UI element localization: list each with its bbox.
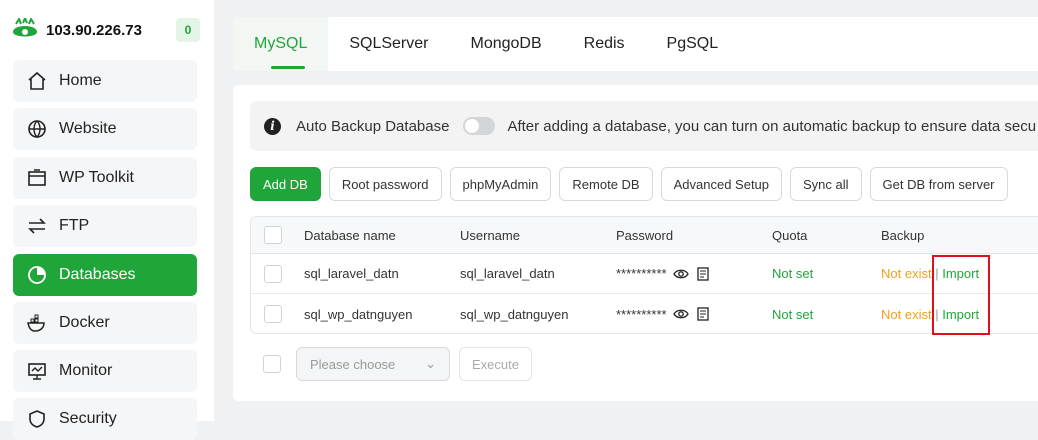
copy-icon[interactable]: [695, 266, 711, 282]
sync-all-button[interactable]: Sync all: [790, 167, 862, 201]
import-highlight-box: [932, 255, 990, 335]
sidebar-item-label: Security: [59, 410, 117, 427]
shield-icon: [25, 407, 49, 431]
header-database-name[interactable]: Database name: [304, 228, 396, 243]
database-username: sql_wp_datnguyen: [460, 306, 569, 322]
database-panel: i Auto Backup Database After adding a da…: [233, 85, 1038, 401]
table-header: Database name Username Password Quota Ba…: [251, 217, 1038, 254]
transfer-arrows-icon: [25, 214, 49, 238]
header-password: Password: [616, 227, 674, 243]
tab-pgsql[interactable]: PgSQL: [646, 17, 740, 71]
batch-select-checkbox[interactable]: [263, 355, 281, 373]
table-row: sql_laravel_datn sql_laravel_datn ******…: [251, 254, 1038, 294]
quota-link[interactable]: Not set: [772, 266, 813, 281]
tab-mongodb[interactable]: MongoDB: [449, 17, 562, 71]
server-ip[interactable]: 103.90.226.73: [46, 22, 142, 39]
home-icon: [25, 69, 49, 93]
server-header: 103.90.226.73 0: [10, 16, 200, 44]
info-icon: i: [264, 117, 281, 135]
header-quota: Quota: [772, 227, 808, 243]
database-table: Database name Username Password Quota Ba…: [250, 216, 1038, 334]
copy-icon[interactable]: [695, 306, 711, 322]
chevron-down-icon: ⌄: [425, 356, 436, 371]
select-placeholder: Please choose: [310, 356, 396, 372]
monitor-icon: [25, 359, 49, 383]
globe-icon: [25, 117, 49, 141]
remote-db-button[interactable]: Remote DB: [559, 167, 653, 201]
password-cell: **********: [616, 266, 711, 282]
tab-redis[interactable]: Redis: [563, 17, 646, 71]
add-db-button[interactable]: Add DB: [250, 167, 321, 201]
sidebar-item-security[interactable]: Security: [13, 398, 197, 440]
select-all-checkbox[interactable]: [264, 226, 282, 244]
sidebar-item-website[interactable]: Website: [13, 108, 197, 150]
password-cell: **********: [616, 306, 711, 322]
sidebar-item-docker[interactable]: Docker: [13, 302, 197, 344]
database-name[interactable]: sql_wp_datnguyen: [304, 307, 412, 322]
header-backup: Backup: [881, 227, 925, 243]
auto-backup-message: After adding a database, you can turn on…: [507, 117, 1037, 135]
docker-icon: [25, 311, 49, 335]
tab-mysql[interactable]: MySQL: [233, 17, 329, 71]
header-username: Username: [460, 227, 520, 243]
sidebar-item-monitor[interactable]: Monitor: [13, 350, 197, 392]
sidebar-item-label: Databases: [59, 266, 136, 283]
auto-backup-toggle[interactable]: [463, 117, 496, 135]
phpmyadmin-button[interactable]: phpMyAdmin: [449, 167, 552, 201]
quota-link[interactable]: Not set: [772, 307, 813, 322]
sidebar: 103.90.226.73 0 Home Website WP Toolkit …: [0, 0, 214, 440]
sidebar-item-databases[interactable]: Databases: [13, 254, 197, 296]
row-checkbox[interactable]: [264, 305, 282, 323]
batch-actions: Please choose ⌄ Execute: [263, 347, 532, 381]
sidebar-item-label: Home: [59, 72, 102, 89]
auto-backup-label: Auto Backup Database: [296, 117, 450, 135]
masked-password: **********: [616, 306, 667, 322]
database-type-tabs: MySQL SQLServer MongoDB Redis PgSQL: [233, 17, 1038, 71]
sidebar-item-label: WP Toolkit: [59, 169, 134, 186]
sidebar-item-label: FTP: [59, 217, 90, 234]
auto-backup-alert: i Auto Backup Database After adding a da…: [250, 101, 1038, 151]
notification-badge[interactable]: 0: [176, 18, 200, 42]
backup-status[interactable]: Not exist: [881, 307, 932, 322]
toolbar: Add DB Root password phpMyAdmin Remote D…: [250, 167, 1008, 203]
wordpress-toolkit-icon: [25, 166, 49, 190]
eye-icon[interactable]: [672, 306, 689, 322]
table-row: sql_wp_datnguyen sql_wp_datnguyen ******…: [251, 294, 1038, 333]
database-name[interactable]: sql_laravel_datn: [304, 266, 399, 281]
execute-button[interactable]: Execute: [459, 347, 532, 381]
masked-password: **********: [616, 266, 667, 281]
sidebar-item-home[interactable]: Home: [13, 60, 197, 102]
sidebar-item-label: Docker: [59, 314, 110, 331]
root-password-button[interactable]: Root password: [328, 167, 442, 201]
batch-action-select[interactable]: Please choose ⌄: [296, 347, 450, 381]
logo-icon: [13, 18, 37, 37]
database-username: sql_laravel_datn: [460, 266, 555, 281]
eye-icon[interactable]: [672, 266, 689, 282]
row-checkbox[interactable]: [264, 264, 282, 283]
database-pie-icon: [25, 263, 49, 287]
advanced-setup-button[interactable]: Advanced Setup: [660, 167, 783, 201]
sidebar-item-label: Website: [59, 120, 117, 137]
sidebar-item-wp-toolkit[interactable]: WP Toolkit: [13, 157, 197, 199]
sidebar-item-ftp[interactable]: FTP: [13, 205, 197, 247]
sidebar-item-label: Monitor: [59, 362, 113, 379]
tab-sqlserver[interactable]: SQLServer: [328, 17, 449, 71]
get-db-from-server-button[interactable]: Get DB from server: [869, 167, 1008, 201]
backup-status[interactable]: Not exist: [881, 266, 932, 281]
